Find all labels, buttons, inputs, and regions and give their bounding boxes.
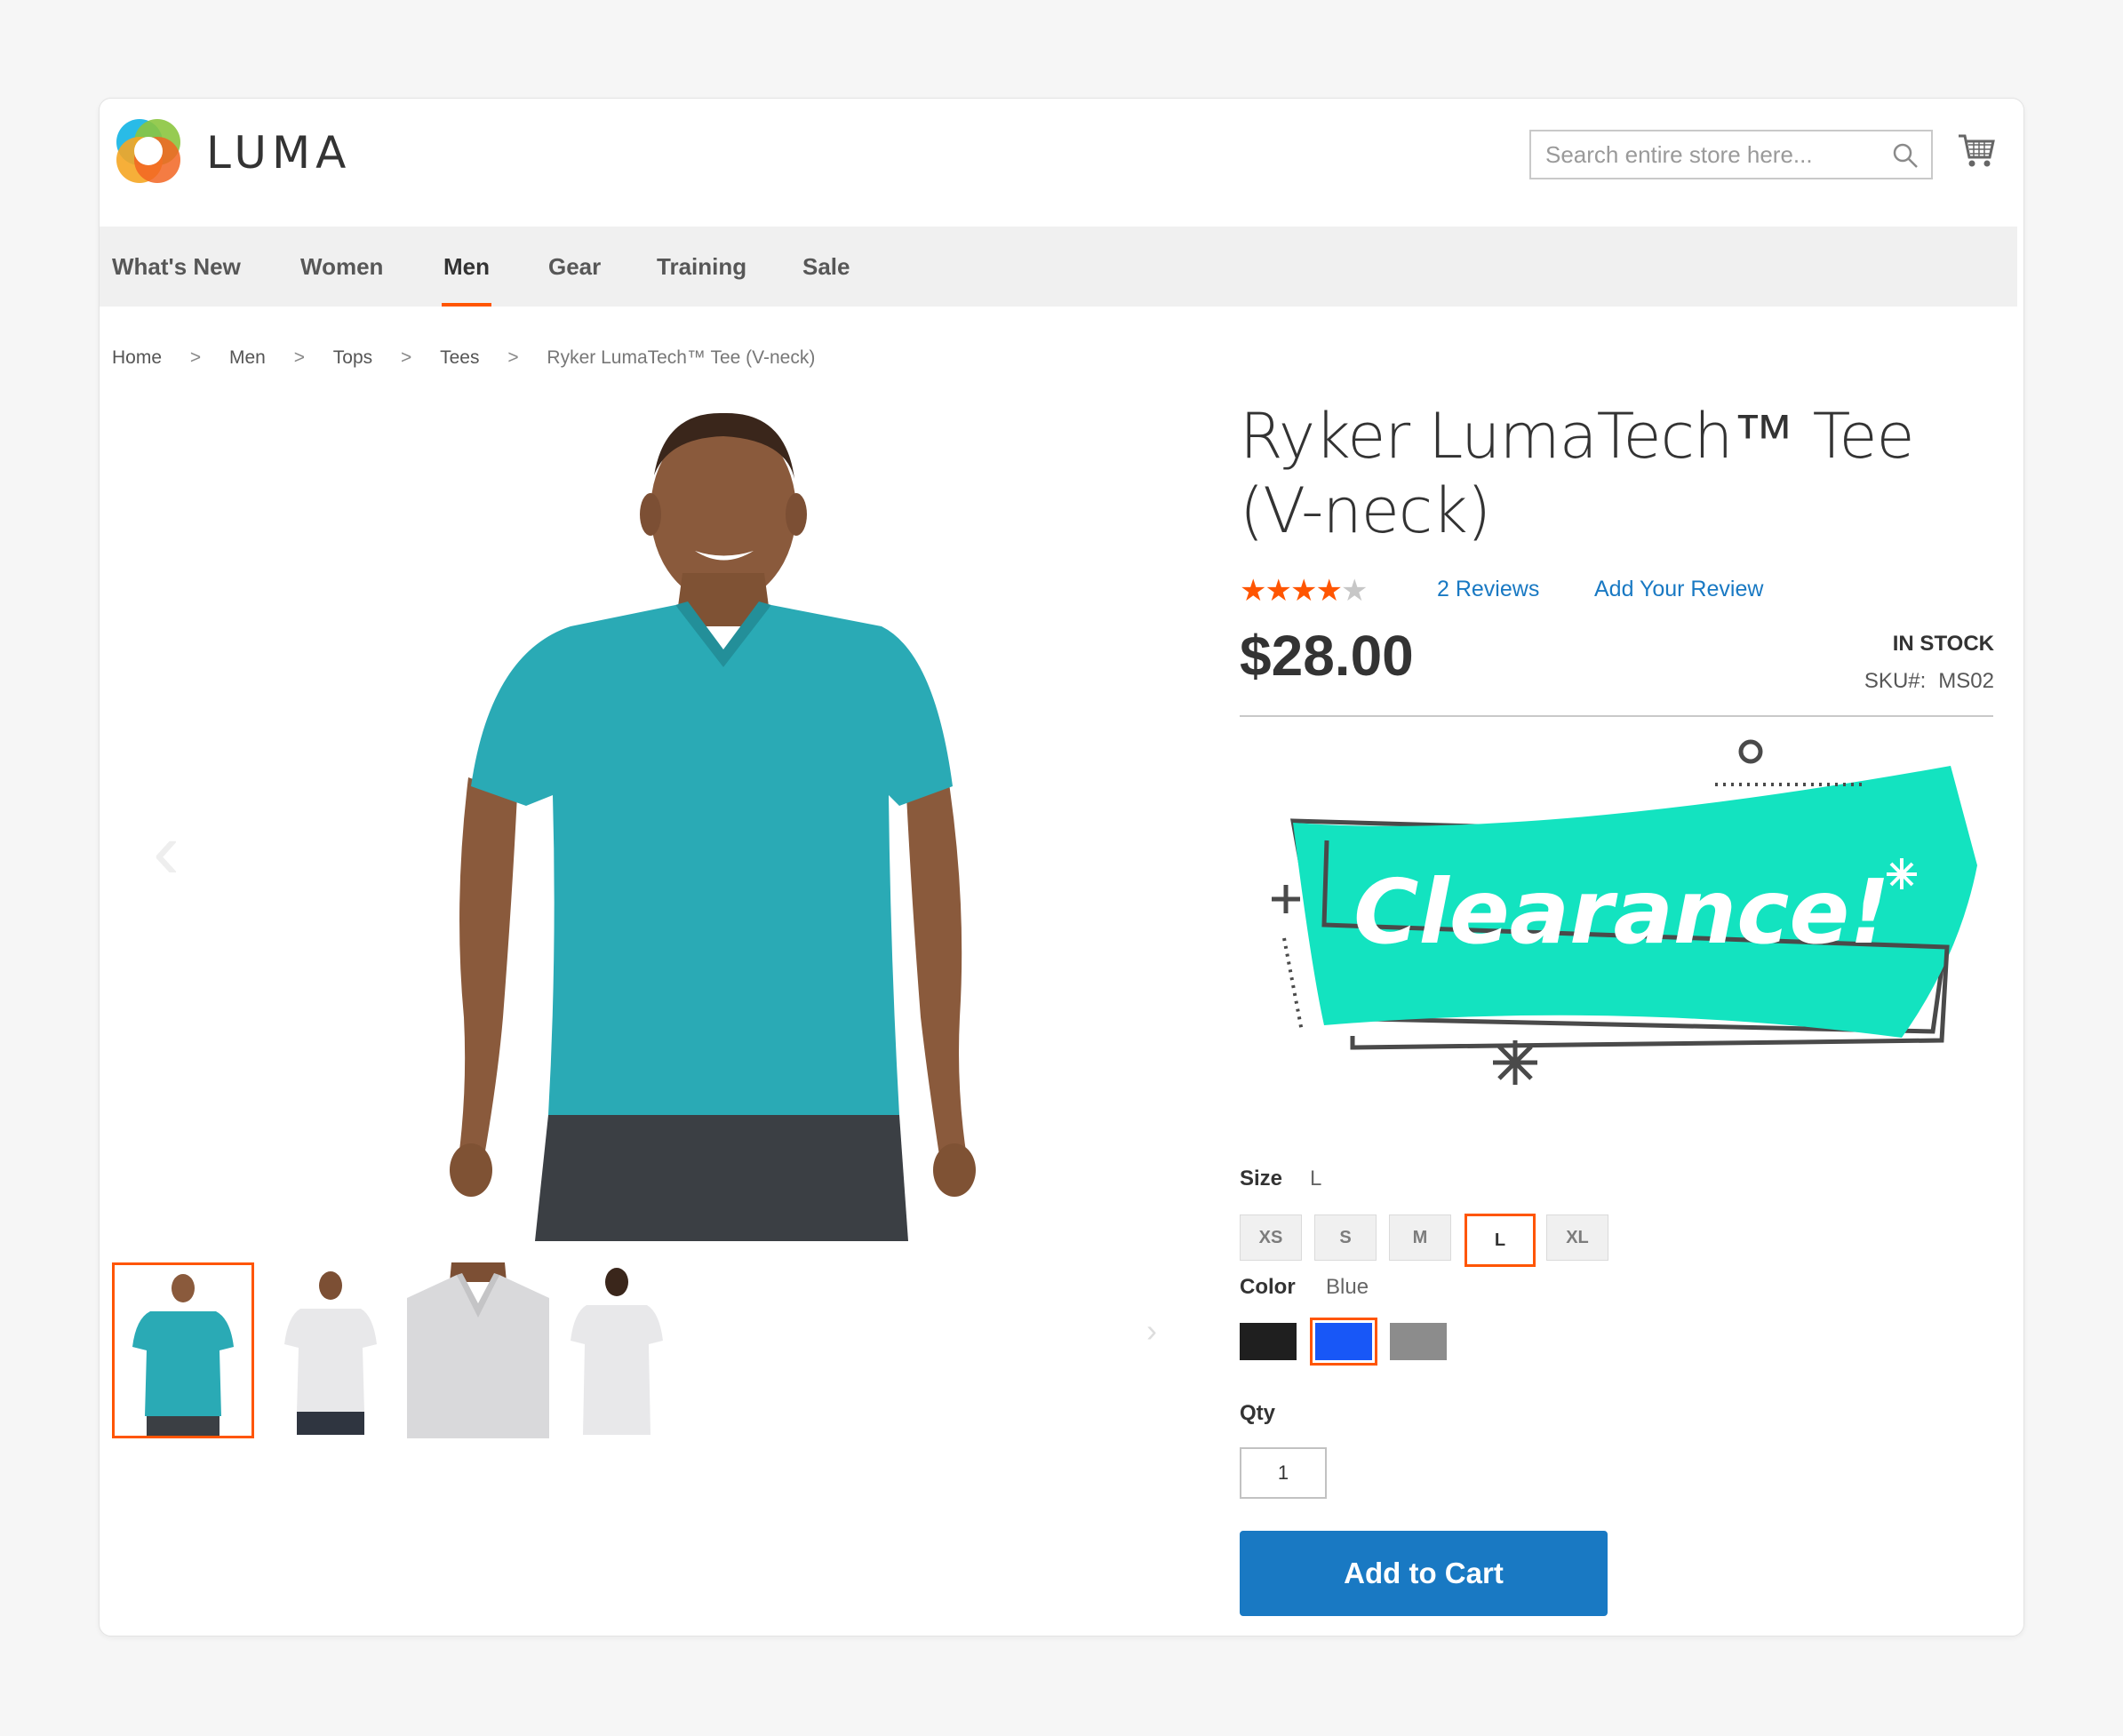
size-label: Size (1240, 1167, 1283, 1191)
product-price: $28.00 (1240, 624, 1414, 688)
add-review-link[interactable]: Add Your Review (1594, 577, 1763, 602)
stock-status: IN STOCK (1892, 632, 1994, 656)
product-title: Ryker LumaTech™ Tee (V-neck) (1240, 400, 1915, 547)
product-page: LUMA What's New Women Men Gear Training … (99, 98, 2024, 1636)
qty-input[interactable]: 1 (1240, 1447, 1327, 1499)
qty-label: Qty (1240, 1401, 1276, 1425)
clearance-banner: Clearance! (1259, 739, 1977, 1085)
luma-logo-icon[interactable] (112, 115, 185, 187)
color-swatch-gray[interactable] (1390, 1323, 1447, 1360)
color-swatch-black[interactable] (1240, 1323, 1297, 1360)
breadcrumb-separator: > (401, 347, 412, 368)
half-star-icon: ★ (1340, 574, 1369, 608)
color-swatch-blue[interactable] (1310, 1318, 1377, 1366)
sku-label: SKU#: (1864, 669, 1927, 693)
nav-men[interactable]: Men (442, 227, 491, 307)
rating-stars: ★★★★★ (1240, 573, 1369, 609)
reviews-link[interactable]: 2 Reviews (1437, 577, 1539, 602)
breadcrumb-home[interactable]: Home (112, 347, 162, 369)
breadcrumb-separator: > (293, 347, 305, 368)
size-option-xl[interactable]: XL (1546, 1214, 1608, 1261)
nav-gear[interactable]: Gear (548, 227, 601, 307)
banner-text: Clearance! (1353, 860, 1890, 964)
star-icon: ★ (1315, 574, 1343, 608)
product-main-image[interactable] (437, 404, 988, 1241)
size-selected: L (1310, 1167, 1322, 1191)
add-to-cart-button[interactable]: Add to Cart (1240, 1531, 1608, 1616)
breadcrumb-current: Ryker LumaTech™ Tee (V-neck) (547, 347, 816, 368)
thumbnail-3[interactable] (407, 1262, 549, 1438)
star-icon: ★ (1240, 574, 1267, 608)
nav-whats-new[interactable]: What's New (112, 227, 241, 307)
breadcrumb-tops[interactable]: Tops (333, 347, 372, 369)
size-option-s[interactable]: S (1314, 1214, 1377, 1261)
nav-sale[interactable]: Sale (802, 227, 850, 307)
thumbnail-4[interactable] (555, 1262, 697, 1438)
nav-training[interactable]: Training (657, 227, 746, 307)
sku-info: SKU#: MS02 (1864, 669, 1994, 694)
brand-name[interactable]: LUMA (206, 127, 351, 179)
search-icon[interactable] (1892, 142, 1919, 169)
divider (1240, 715, 1993, 717)
search-input[interactable] (1531, 131, 1897, 178)
size-option-l[interactable]: L (1465, 1214, 1536, 1267)
main-navigation: What's New Women Men Gear Training Sale (100, 227, 2017, 307)
breadcrumb-men[interactable]: Men (229, 347, 266, 369)
gallery-prev-arrow-icon[interactable]: ‹ (153, 806, 180, 897)
thumbnail-1[interactable] (112, 1262, 254, 1438)
color-selected: Blue (1326, 1275, 1369, 1299)
thumbs-next-arrow-icon[interactable]: › (1146, 1312, 1157, 1350)
breadcrumb: Home > Men > Tops > Tees > Ryker LumaTec… (112, 347, 815, 369)
sku-value: MS02 (1938, 669, 1994, 693)
search-box[interactable] (1529, 130, 1933, 179)
breadcrumb-tees[interactable]: Tees (440, 347, 479, 369)
breadcrumb-separator: > (507, 347, 519, 368)
thumbnail-2[interactable] (259, 1262, 402, 1438)
cart-icon[interactable] (1956, 131, 1997, 171)
nav-women[interactable]: Women (300, 227, 383, 307)
size-option-xs[interactable]: XS (1240, 1214, 1302, 1261)
breadcrumb-separator: > (189, 347, 202, 368)
star-icon: ★ (1265, 574, 1292, 608)
star-icon: ★ (1289, 574, 1318, 608)
color-label: Color (1240, 1275, 1296, 1299)
size-option-m[interactable]: M (1389, 1214, 1451, 1261)
